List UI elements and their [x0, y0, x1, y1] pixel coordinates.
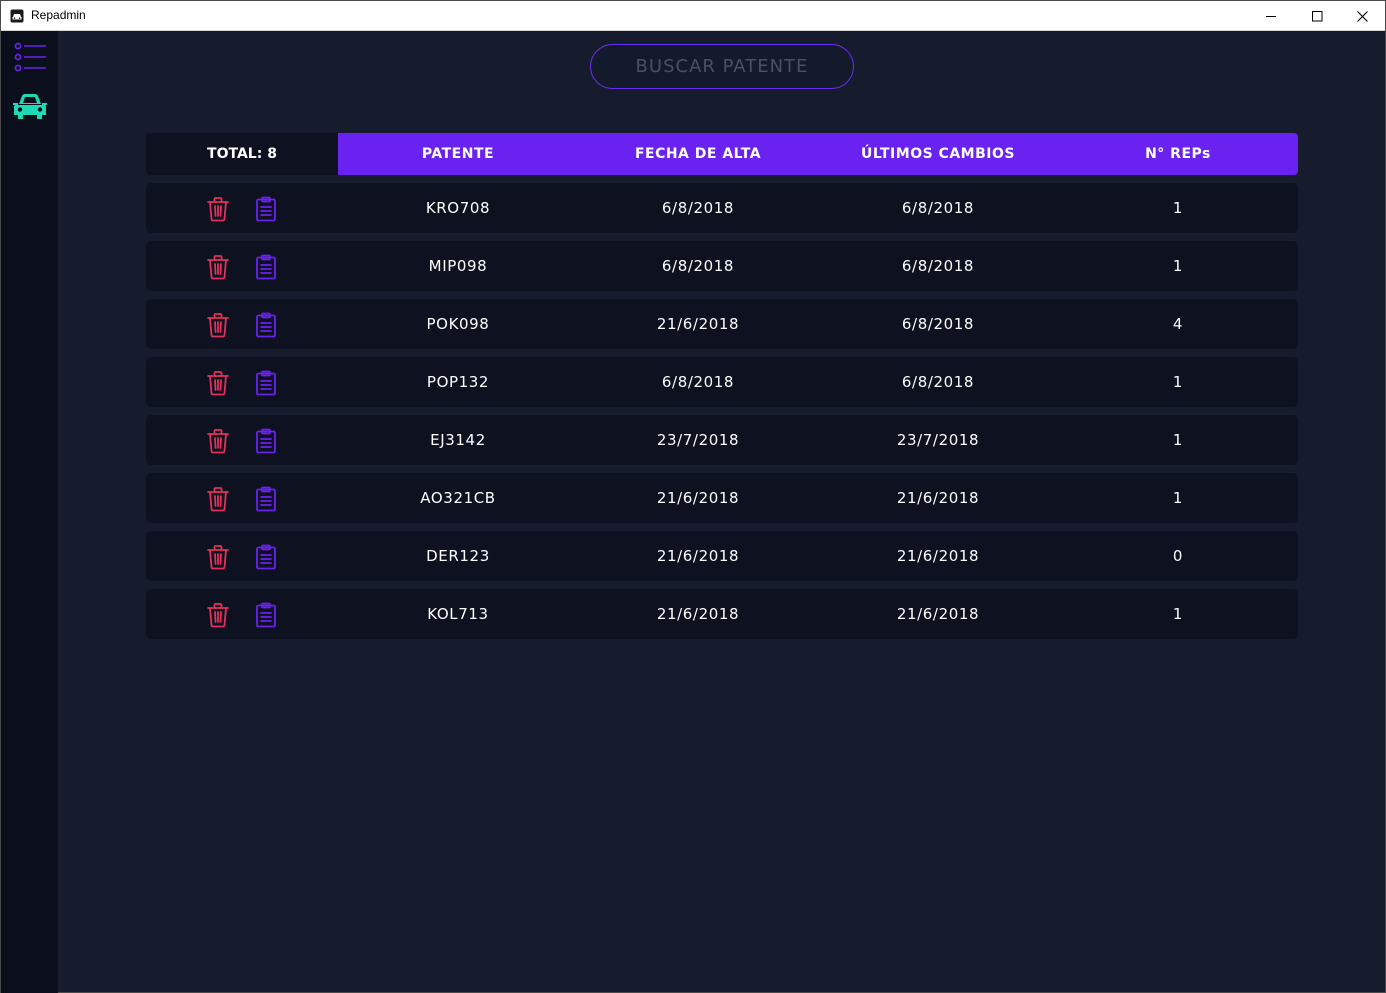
- table-row[interactable]: MIP098 6/8/2018 6/8/2018 1: [146, 241, 1298, 291]
- cell-reps: 1: [1172, 489, 1184, 507]
- title-bar[interactable]: Repadmin: [1, 1, 1385, 31]
- cell-patente: AO321CB: [420, 489, 496, 507]
- cell-fecha-alta: 21/6/2018: [656, 605, 740, 623]
- cell-patente: KOL713: [427, 605, 489, 623]
- row-actions: [146, 589, 338, 639]
- sidebar-item-menu[interactable]: [11, 39, 49, 75]
- search-plate-button[interactable]: BUSCAR PATENTE: [590, 44, 854, 89]
- cell-fecha-alta: 6/8/2018: [661, 199, 735, 217]
- cell-ultimos-cambios: 6/8/2018: [901, 199, 975, 217]
- table-row[interactable]: KRO708 6/8/2018 6/8/2018 1: [146, 183, 1298, 233]
- trash-icon[interactable]: [206, 602, 230, 628]
- maximize-button[interactable]: [1294, 1, 1340, 31]
- cell-reps: 1: [1172, 199, 1184, 217]
- trash-icon[interactable]: [206, 312, 230, 338]
- document-icon[interactable]: [254, 428, 278, 454]
- cell-reps: 1: [1172, 373, 1184, 391]
- table-row[interactable]: POK098 21/6/2018 6/8/2018 4: [146, 299, 1298, 349]
- cell-patente: MIP098: [428, 257, 488, 275]
- row-actions: [146, 357, 338, 407]
- table-row[interactable]: KOL713 21/6/2018 21/6/2018 1: [146, 589, 1298, 639]
- maximize-icon: [1311, 10, 1322, 21]
- trash-icon[interactable]: [206, 544, 230, 570]
- trash-icon[interactable]: [206, 486, 230, 512]
- column-header-patente[interactable]: PATENTE: [338, 133, 578, 175]
- trash-icon[interactable]: [206, 428, 230, 454]
- cell-reps: 1: [1172, 431, 1184, 449]
- app-window: Repadmin BUSCAR PATENTE TOTAL: 8 PATENTE…: [0, 0, 1386, 993]
- cell-patente: KRO708: [425, 199, 491, 217]
- cell-fecha-alta: 6/8/2018: [661, 373, 735, 391]
- row-actions: [146, 241, 338, 291]
- document-icon[interactable]: [254, 602, 278, 628]
- cell-ultimos-cambios: 23/7/2018: [896, 431, 980, 449]
- document-icon[interactable]: [254, 312, 278, 338]
- table-row[interactable]: AO321CB 21/6/2018 21/6/2018 1: [146, 473, 1298, 523]
- trash-icon[interactable]: [206, 254, 230, 280]
- row-actions: [146, 473, 338, 523]
- cell-ultimos-cambios: 6/8/2018: [901, 373, 975, 391]
- cell-reps: 1: [1172, 605, 1184, 623]
- trash-icon[interactable]: [206, 196, 230, 222]
- document-icon[interactable]: [254, 544, 278, 570]
- table-row[interactable]: DER123 21/6/2018 21/6/2018 0: [146, 531, 1298, 581]
- column-header-ultimos-cambios[interactable]: ÚLTIMOS CAMBIOS: [818, 133, 1058, 175]
- cell-fecha-alta: 21/6/2018: [656, 547, 740, 565]
- cell-reps: 1: [1172, 257, 1184, 275]
- total-count: TOTAL: 8: [146, 133, 338, 175]
- close-icon: [1356, 10, 1368, 22]
- cell-patente: DER123: [426, 547, 490, 565]
- cell-patente: POP132: [426, 373, 490, 391]
- cell-fecha-alta: 21/6/2018: [656, 315, 740, 333]
- document-icon[interactable]: [254, 196, 278, 222]
- menu-list-icon: [14, 42, 46, 72]
- row-actions: [146, 531, 338, 581]
- cell-ultimos-cambios: 21/6/2018: [896, 605, 980, 623]
- cell-patente: POK098: [426, 315, 490, 333]
- trash-icon[interactable]: [206, 370, 230, 396]
- cell-ultimos-cambios: 6/8/2018: [901, 257, 975, 275]
- row-actions: [146, 299, 338, 349]
- minimize-icon: [1265, 15, 1276, 17]
- sidebar: [1, 31, 58, 993]
- cell-fecha-alta: 21/6/2018: [656, 489, 740, 507]
- table-row[interactable]: EJ3142 23/7/2018 23/7/2018 1: [146, 415, 1298, 465]
- cell-ultimos-cambios: 6/8/2018: [901, 315, 975, 333]
- column-header-fecha-alta[interactable]: FECHA DE ALTA: [578, 133, 818, 175]
- document-icon[interactable]: [254, 370, 278, 396]
- cell-ultimos-cambios: 21/6/2018: [896, 547, 980, 565]
- car-icon: [13, 94, 47, 119]
- cell-fecha-alta: 23/7/2018: [656, 431, 740, 449]
- cell-fecha-alta: 6/8/2018: [661, 257, 735, 275]
- close-button[interactable]: [1339, 1, 1385, 31]
- window-title: Repadmin: [31, 8, 86, 22]
- column-headers: PATENTE FECHA DE ALTA ÚLTIMOS CAMBIOS N°…: [338, 133, 1298, 175]
- app-car-icon: [10, 9, 24, 23]
- sidebar-item-vehicles[interactable]: [11, 89, 49, 125]
- table-row[interactable]: POP132 6/8/2018 6/8/2018 1: [146, 357, 1298, 407]
- row-actions: [146, 415, 338, 465]
- document-icon[interactable]: [254, 486, 278, 512]
- cell-patente: EJ3142: [430, 431, 486, 449]
- column-header-reps[interactable]: N° REPs: [1058, 133, 1298, 175]
- table-header: TOTAL: 8 PATENTE FECHA DE ALTA ÚLTIMOS C…: [146, 133, 1298, 175]
- plates-table: TOTAL: 8 PATENTE FECHA DE ALTA ÚLTIMOS C…: [146, 133, 1298, 639]
- minimize-button[interactable]: [1248, 1, 1294, 31]
- document-icon[interactable]: [254, 254, 278, 280]
- row-actions: [146, 183, 338, 233]
- cell-reps: 4: [1172, 315, 1184, 333]
- cell-reps: 0: [1172, 547, 1184, 565]
- cell-ultimos-cambios: 21/6/2018: [896, 489, 980, 507]
